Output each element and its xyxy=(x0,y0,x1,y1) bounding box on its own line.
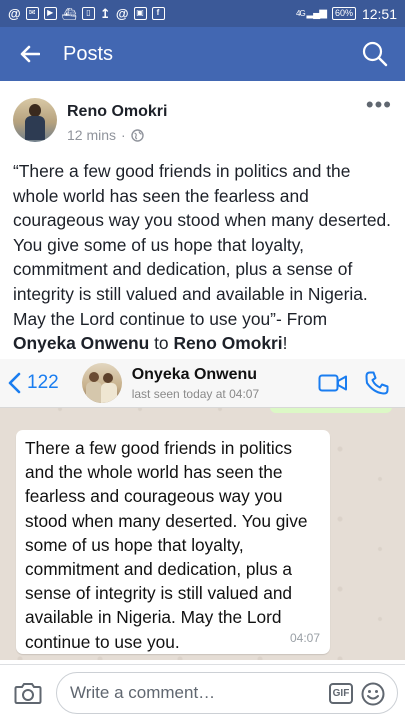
author-avatar[interactable] xyxy=(13,98,57,142)
video-call-icon xyxy=(313,373,353,393)
mail-icon: ✉ xyxy=(25,7,39,20)
mention-sender[interactable]: Onyeka Onwenu xyxy=(13,333,149,353)
gif-button[interactable]: GIF xyxy=(329,682,353,704)
back-arrow-icon xyxy=(20,45,40,63)
smiley-icon xyxy=(361,682,385,705)
whatsapp-back: 122 xyxy=(8,372,59,394)
boat-icon: ⛴ xyxy=(61,6,77,21)
youtube-icon: ▶ xyxy=(43,7,57,20)
unread-count: 122 xyxy=(27,372,59,393)
message-time: 04:07 xyxy=(289,631,320,645)
whatsapp-chat-header: 122 Onyeka Onwenu last seen today at 04:… xyxy=(0,359,405,408)
emoji-button[interactable] xyxy=(361,682,385,711)
search-button[interactable] xyxy=(345,27,405,81)
search-icon xyxy=(362,41,388,67)
image-icon: ▣ xyxy=(133,7,147,20)
post-meta: 12 mins · xyxy=(67,127,167,143)
meta-separator: · xyxy=(121,127,126,143)
page-title: Posts xyxy=(63,42,114,65)
post-header: Reno Omokri 12 mins · ••• xyxy=(0,81,405,151)
post-text-to: to xyxy=(149,333,174,354)
post-text-body: “There a few good friends in politics an… xyxy=(13,161,391,329)
at-icon-2: @ xyxy=(115,6,129,21)
more-options-icon[interactable]: ••• xyxy=(366,92,392,118)
post-text-end: ! xyxy=(282,333,288,354)
camera-icon xyxy=(14,682,42,704)
at-icon: @ xyxy=(8,6,21,21)
comment-bar: Write a comment… GIF xyxy=(0,664,405,720)
contact-avatar xyxy=(81,363,122,403)
comment-placeholder: Write a comment… xyxy=(70,682,216,702)
network-label: 4G xyxy=(296,9,306,18)
notification-icons: @ ✉ ▶ ⛴ ▯ ↥ @ ▣ f xyxy=(8,6,165,22)
app-header: Posts xyxy=(0,27,405,81)
back-button[interactable] xyxy=(0,27,60,81)
author-name[interactable]: Reno Omokri xyxy=(67,103,167,121)
post-image[interactable]: 04:07 ✓✓ 122 Onyeka Onwenu last seen tod… xyxy=(0,359,405,660)
comment-input[interactable]: Write a comment… GIF xyxy=(56,671,398,714)
post: Reno Omokri 12 mins · ••• “There a few g… xyxy=(0,81,405,356)
post-text: “There a few good friends in politics an… xyxy=(0,151,405,356)
mention-recipient[interactable]: Reno Omokri xyxy=(173,333,282,353)
battery-indicator: 60% xyxy=(331,7,356,20)
signal-icon: 4G ▂▄▆ xyxy=(296,8,327,19)
facebook-icon: f xyxy=(151,7,165,20)
last-seen-status: last seen today at 04:07 xyxy=(131,386,260,401)
status-bar: @ ✉ ▶ ⛴ ▯ ↥ @ ▣ f 4G ▂▄▆ 60% 12:51 xyxy=(0,0,405,27)
post-time[interactable]: 12 mins xyxy=(67,127,116,143)
message-text: There a few good friends in politics and… xyxy=(25,438,308,652)
camera-button[interactable] xyxy=(2,681,54,705)
message-bubble: There a few good friends in politics and… xyxy=(16,430,330,654)
contact-name: Onyeka Onwenu xyxy=(131,365,258,383)
sim-icon: ▯ xyxy=(81,7,95,20)
globe-icon xyxy=(131,128,144,142)
phone-icon xyxy=(353,370,401,396)
clock: 12:51 xyxy=(361,5,397,22)
chevron-left-icon xyxy=(8,372,21,394)
upload-icon: ↥ xyxy=(99,5,111,21)
